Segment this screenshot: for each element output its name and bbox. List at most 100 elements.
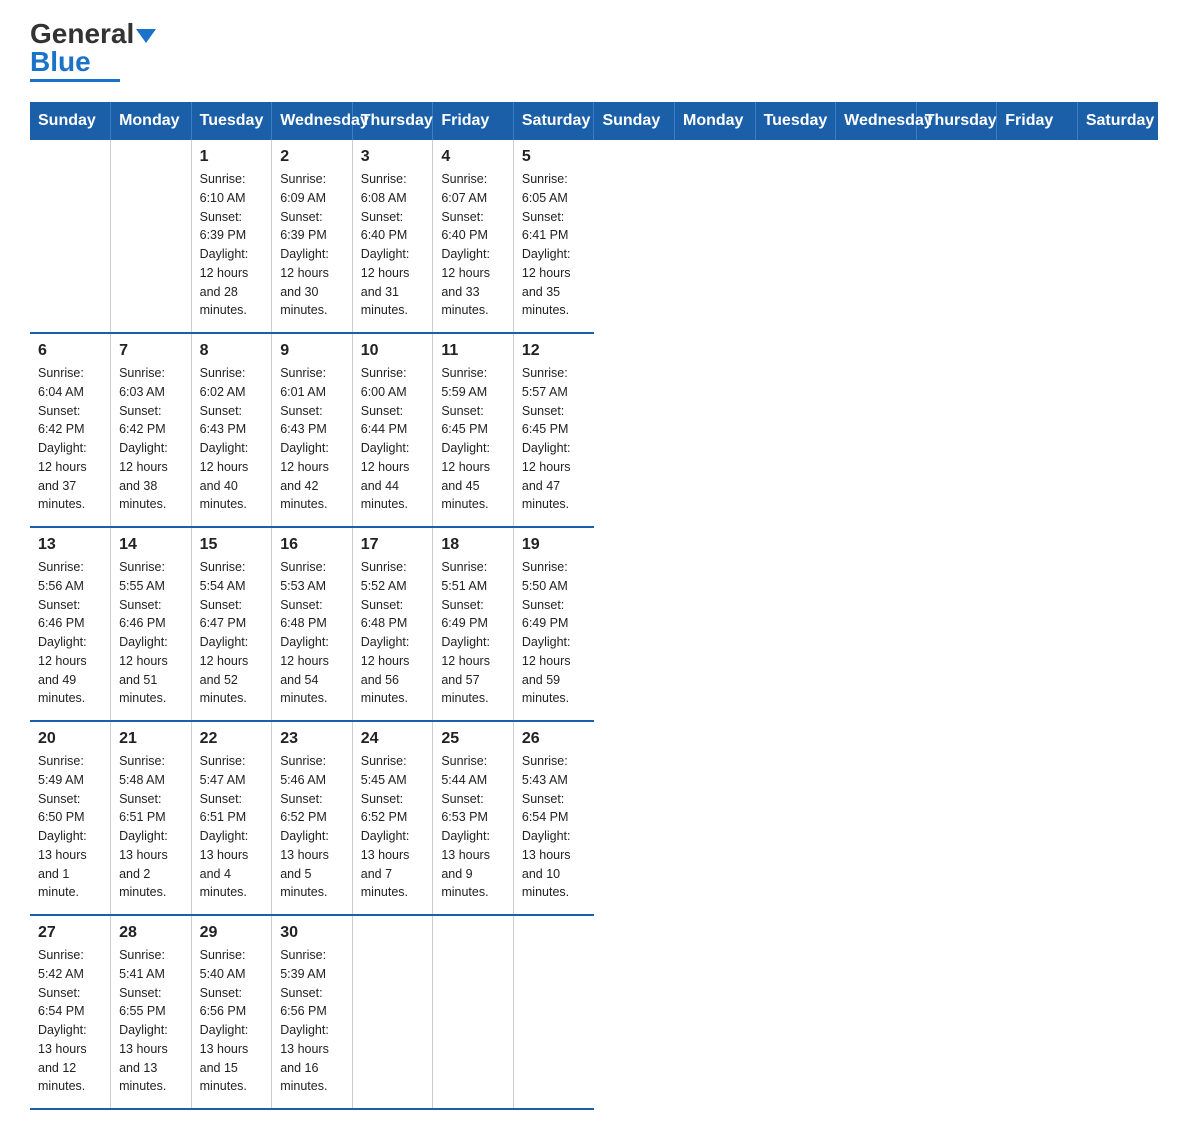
calendar-cell: 3 Sunrise: 6:08 AMSunset: 6:40 PMDaylight… bbox=[352, 140, 433, 333]
day-info: Sunrise: 5:41 AMSunset: 6:55 PMDaylight:… bbox=[119, 946, 183, 1096]
day-number: 1 bbox=[200, 148, 264, 166]
day-number: 19 bbox=[522, 536, 586, 554]
day-info: Sunrise: 5:50 AMSunset: 6:49 PMDaylight:… bbox=[522, 558, 586, 708]
logo-text: General Blue bbox=[30, 20, 156, 76]
day-info: Sunrise: 6:10 AMSunset: 6:39 PMDaylight:… bbox=[200, 170, 264, 320]
day-number: 9 bbox=[280, 342, 344, 360]
calendar-cell: 9 Sunrise: 6:01 AMSunset: 6:43 PMDaylight… bbox=[272, 333, 353, 527]
day-info: Sunrise: 5:59 AMSunset: 6:45 PMDaylight:… bbox=[441, 364, 505, 514]
calendar-cell: 8 Sunrise: 6:02 AMSunset: 6:43 PMDaylight… bbox=[191, 333, 272, 527]
calendar-cell: 24Sunrise: 5:45 AMSunset: 6:52 PMDayligh… bbox=[352, 721, 433, 915]
column-header-monday: Monday bbox=[675, 102, 756, 140]
day-number: 20 bbox=[38, 730, 102, 748]
column-header-monday: Monday bbox=[111, 102, 192, 140]
calendar-cell: 6Sunrise: 6:04 AMSunset: 6:42 PMDaylight… bbox=[30, 333, 111, 527]
calendar-cell: 1 Sunrise: 6:10 AMSunset: 6:39 PMDaylight… bbox=[191, 140, 272, 333]
column-header-wednesday: Wednesday bbox=[836, 102, 917, 140]
day-info: Sunrise: 6:01 AMSunset: 6:43 PMDaylight:… bbox=[280, 364, 344, 514]
day-info: Sunrise: 6:09 AMSunset: 6:39 PMDaylight:… bbox=[280, 170, 344, 320]
day-number: 3 bbox=[361, 148, 425, 166]
calendar-cell: 26 Sunrise: 5:43 AMSunset: 6:54 PMDayligh… bbox=[513, 721, 594, 915]
day-number: 10 bbox=[361, 342, 425, 360]
calendar-cell bbox=[30, 140, 111, 333]
day-info: Sunrise: 5:55 AMSunset: 6:46 PMDaylight:… bbox=[119, 558, 183, 708]
day-number: 28 bbox=[119, 924, 183, 942]
day-info: Sunrise: 5:46 AMSunset: 6:52 PMDaylight:… bbox=[280, 752, 344, 902]
calendar-cell: 10Sunrise: 6:00 AMSunset: 6:44 PMDayligh… bbox=[352, 333, 433, 527]
day-number: 8 bbox=[200, 342, 264, 360]
calendar-cell: 4 Sunrise: 6:07 AMSunset: 6:40 PMDaylight… bbox=[433, 140, 514, 333]
day-number: 29 bbox=[200, 924, 264, 942]
calendar-cell: 21 Sunrise: 5:48 AMSunset: 6:51 PMDayligh… bbox=[111, 721, 192, 915]
column-header-friday: Friday bbox=[997, 102, 1078, 140]
day-number: 23 bbox=[280, 730, 344, 748]
day-info: Sunrise: 5:40 AMSunset: 6:56 PMDaylight:… bbox=[200, 946, 264, 1096]
calendar-table: SundayMondayTuesdayWednesdayThursdayFrid… bbox=[30, 102, 1158, 1110]
day-number: 18 bbox=[441, 536, 505, 554]
calendar-cell bbox=[352, 915, 433, 1109]
day-number: 30 bbox=[280, 924, 344, 942]
calendar-cell: 2 Sunrise: 6:09 AMSunset: 6:39 PMDaylight… bbox=[272, 140, 353, 333]
logo-underline bbox=[30, 79, 120, 82]
column-header-tuesday: Tuesday bbox=[191, 102, 272, 140]
calendar-cell: 12 Sunrise: 5:57 AMSunset: 6:45 PMDayligh… bbox=[513, 333, 594, 527]
column-header-tuesday: Tuesday bbox=[755, 102, 836, 140]
day-info: Sunrise: 6:08 AMSunset: 6:40 PMDaylight:… bbox=[361, 170, 425, 320]
column-header-thursday: Thursday bbox=[352, 102, 433, 140]
calendar-week-row: 27Sunrise: 5:42 AMSunset: 6:54 PMDayligh… bbox=[30, 915, 1158, 1109]
logo-triangle-icon bbox=[136, 29, 156, 43]
calendar-week-row: 1 Sunrise: 6:10 AMSunset: 6:39 PMDaylight… bbox=[30, 140, 1158, 333]
column-header-sunday: Sunday bbox=[594, 102, 675, 140]
day-info: Sunrise: 5:57 AMSunset: 6:45 PMDaylight:… bbox=[522, 364, 586, 514]
day-number: 17 bbox=[361, 536, 425, 554]
day-info: Sunrise: 5:48 AMSunset: 6:51 PMDaylight:… bbox=[119, 752, 183, 902]
day-number: 14 bbox=[119, 536, 183, 554]
page-header: General Blue bbox=[30, 20, 1158, 82]
day-number: 13 bbox=[38, 536, 102, 554]
calendar-cell: 11 Sunrise: 5:59 AMSunset: 6:45 PMDayligh… bbox=[433, 333, 514, 527]
calendar-cell: 16Sunrise: 5:53 AMSunset: 6:48 PMDayligh… bbox=[272, 527, 353, 721]
calendar-cell: 13 Sunrise: 5:56 AMSunset: 6:46 PMDayligh… bbox=[30, 527, 111, 721]
day-info: Sunrise: 5:54 AMSunset: 6:47 PMDaylight:… bbox=[200, 558, 264, 708]
calendar-cell: 5 Sunrise: 6:05 AMSunset: 6:41 PMDaylight… bbox=[513, 140, 594, 333]
column-header-wednesday: Wednesday bbox=[272, 102, 353, 140]
day-number: 24 bbox=[361, 730, 425, 748]
calendar-cell bbox=[513, 915, 594, 1109]
logo-general: General bbox=[30, 18, 134, 49]
day-info: Sunrise: 5:56 AMSunset: 6:46 PMDaylight:… bbox=[38, 558, 102, 708]
day-info: Sunrise: 6:02 AMSunset: 6:43 PMDaylight:… bbox=[200, 364, 264, 514]
day-number: 11 bbox=[441, 342, 505, 360]
column-header-saturday: Saturday bbox=[513, 102, 594, 140]
calendar-cell bbox=[433, 915, 514, 1109]
day-number: 12 bbox=[522, 342, 586, 360]
day-info: Sunrise: 6:05 AMSunset: 6:41 PMDaylight:… bbox=[522, 170, 586, 320]
calendar-cell: 30Sunrise: 5:39 AMSunset: 6:56 PMDayligh… bbox=[272, 915, 353, 1109]
day-number: 5 bbox=[522, 148, 586, 166]
day-number: 4 bbox=[441, 148, 505, 166]
day-info: Sunrise: 5:52 AMSunset: 6:48 PMDaylight:… bbox=[361, 558, 425, 708]
day-number: 2 bbox=[280, 148, 344, 166]
logo-blue: Blue bbox=[30, 46, 91, 77]
day-info: Sunrise: 5:43 AMSunset: 6:54 PMDaylight:… bbox=[522, 752, 586, 902]
calendar-week-row: 20Sunrise: 5:49 AMSunset: 6:50 PMDayligh… bbox=[30, 721, 1158, 915]
day-info: Sunrise: 5:47 AMSunset: 6:51 PMDaylight:… bbox=[200, 752, 264, 902]
day-number: 26 bbox=[522, 730, 586, 748]
day-number: 7 bbox=[119, 342, 183, 360]
day-info: Sunrise: 6:04 AMSunset: 6:42 PMDaylight:… bbox=[38, 364, 102, 514]
calendar-cell: 14 Sunrise: 5:55 AMSunset: 6:46 PMDayligh… bbox=[111, 527, 192, 721]
calendar-week-row: 13 Sunrise: 5:56 AMSunset: 6:46 PMDayligh… bbox=[30, 527, 1158, 721]
column-header-sunday: Sunday bbox=[30, 102, 111, 140]
calendar-cell: 17 Sunrise: 5:52 AMSunset: 6:48 PMDayligh… bbox=[352, 527, 433, 721]
calendar-cell: 23 Sunrise: 5:46 AMSunset: 6:52 PMDayligh… bbox=[272, 721, 353, 915]
logo: General Blue bbox=[30, 20, 156, 82]
calendar-cell: 29 Sunrise: 5:40 AMSunset: 6:56 PMDayligh… bbox=[191, 915, 272, 1109]
day-number: 22 bbox=[200, 730, 264, 748]
day-info: Sunrise: 6:07 AMSunset: 6:40 PMDaylight:… bbox=[441, 170, 505, 320]
day-info: Sunrise: 6:03 AMSunset: 6:42 PMDaylight:… bbox=[119, 364, 183, 514]
calendar-cell: 20Sunrise: 5:49 AMSunset: 6:50 PMDayligh… bbox=[30, 721, 111, 915]
day-number: 21 bbox=[119, 730, 183, 748]
calendar-week-row: 6Sunrise: 6:04 AMSunset: 6:42 PMDaylight… bbox=[30, 333, 1158, 527]
calendar-cell: 25Sunrise: 5:44 AMSunset: 6:53 PMDayligh… bbox=[433, 721, 514, 915]
calendar-cell: 22 Sunrise: 5:47 AMSunset: 6:51 PMDayligh… bbox=[191, 721, 272, 915]
calendar-header-row: SundayMondayTuesdayWednesdayThursdayFrid… bbox=[30, 102, 1158, 140]
